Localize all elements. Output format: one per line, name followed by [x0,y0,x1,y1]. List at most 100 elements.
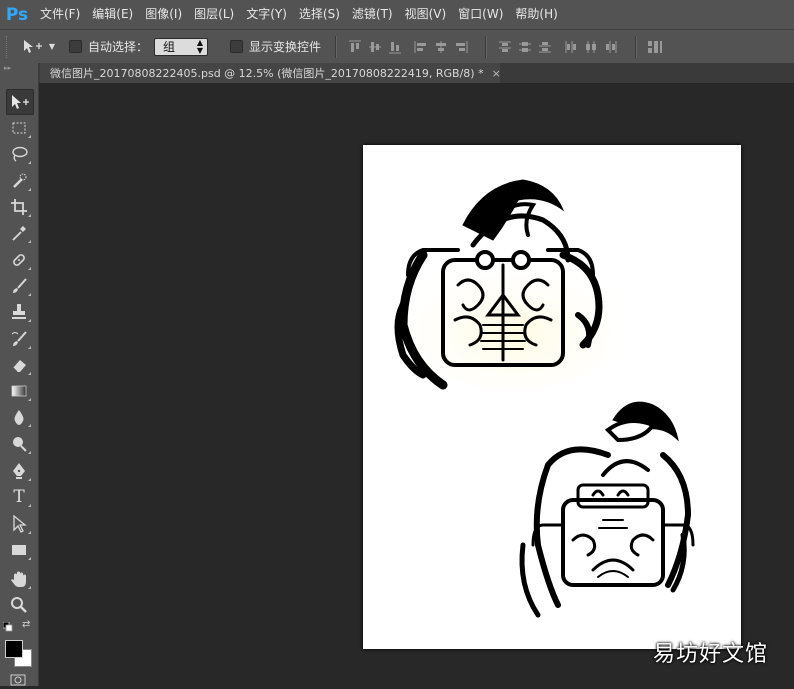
align-right-icon[interactable] [451,37,471,57]
distribute-bottom-icon[interactable] [535,37,555,57]
document-canvas[interactable] [363,145,741,649]
menu-window[interactable]: 窗口(W) [452,0,509,29]
show-transform-checkbox-box[interactable] [230,40,244,53]
auto-select-value: 组 [163,40,176,54]
auto-select-checkbox-box[interactable] [69,40,82,53]
quick-mask-icon[interactable] [10,674,26,686]
lasso-icon [12,146,28,162]
align-vertical-center-icon[interactable] [365,37,385,57]
zoom-tool-button[interactable] [6,593,32,617]
document-tab-bar: 微信图片_20170808222405.psd @ 12.5% (微信图片_20… [38,63,794,83]
tool-preset-picker[interactable]: ▼ [21,39,55,55]
canvas-area[interactable]: 易坊好文馆 [39,83,794,686]
rectangle-tool-button[interactable] [6,538,32,562]
photoshop-logo[interactable]: Ps [0,0,34,29]
divider [485,35,488,58]
crab-artwork [394,179,695,618]
crab-drawing-bottom [519,401,695,618]
auto-select-label: 自动选择： [88,40,149,54]
align-vertical-group [345,37,405,57]
options-bar: ▼ 自动选择： 组 ▲ ▼ 显示变换控件 [0,29,794,64]
menu-edit[interactable]: 编辑(E) [86,0,139,29]
close-icon[interactable]: × [492,67,501,80]
show-transform-label: 显示变换控件 [249,40,322,54]
crop-tool-button[interactable] [6,195,32,219]
blur-drop-icon [14,410,24,425]
align-horizontal-center-icon[interactable] [431,37,451,57]
path-selection-arrow-icon [13,515,27,533]
eyedropper-tool-button[interactable] [6,221,32,245]
distribute-horizontal-group [561,37,621,57]
type-icon: T [13,487,25,507]
lasso-tool-button[interactable] [6,142,32,166]
divider [335,35,338,58]
swap-colors-icon[interactable]: ⇄ [22,619,34,631]
auto-align-layers-icon[interactable] [645,37,665,57]
pen-tool-button[interactable] [6,459,32,483]
tools-panel: ▸▸ T ⇄ [0,63,39,686]
show-transform-checkbox[interactable]: 显示变换控件 [230,38,321,55]
blur-tool-button[interactable] [6,405,32,429]
watermark-text: 易坊好文馆 [652,642,768,667]
path-selection-tool-button[interactable] [6,512,32,536]
gradient-icon [11,385,27,397]
panel-collapse-icon[interactable]: ▸▸ [0,63,38,73]
menu-image[interactable]: 图像(I) [139,0,188,29]
document-tab-title: 微信图片_20170808222405.psd @ 12.5% (微信图片_20… [50,67,484,80]
menu-help[interactable]: 帮助(H) [509,0,563,29]
hand-tool-button[interactable] [6,567,32,591]
distribute-vertical-center-icon[interactable] [515,37,535,57]
main-menu: 文件(F) 编辑(E) 图像(I) 图层(L) 文字(Y) 选择(S) 滤镜(T… [34,0,564,29]
menu-select[interactable]: 选择(S) [293,0,346,29]
healing-brush-tool-button[interactable] [6,248,32,272]
auto-select-dropdown[interactable]: 组 ▲ ▼ [154,37,209,56]
eyedropper-icon [12,226,26,241]
dodge-icon [13,437,27,452]
pen-icon [13,463,25,479]
menu-type[interactable]: 文字(Y) [240,0,293,29]
rectangle-marquee-icon [12,122,26,134]
clone-stamp-tool-button[interactable] [6,300,32,324]
document-tab[interactable]: 微信图片_20170808222405.psd @ 12.5% (微信图片_20… [40,63,501,83]
crab-drawing-top [394,179,628,390]
align-bottom-icon[interactable] [385,37,405,57]
divider [635,35,638,58]
foreground-color-swatch[interactable] [5,640,23,658]
quick-selection-tool-button[interactable] [6,169,32,193]
menu-layer[interactable]: 图层(L) [188,0,240,29]
distribute-top-icon[interactable] [495,37,515,57]
history-brush-icon [11,331,27,346]
marquee-tool-button[interactable] [6,116,32,140]
dodge-tool-button[interactable] [6,432,32,456]
align-left-icon[interactable] [411,37,431,57]
dropdown-arrows-icon: ▲ ▼ [196,37,204,55]
align-top-icon[interactable] [345,37,365,57]
crop-icon [11,199,27,215]
default-colors-icon[interactable] [2,621,13,632]
chevron-down-icon: ▼ [48,42,55,51]
stamp-icon [12,304,26,319]
distribute-left-icon[interactable] [561,37,581,57]
type-tool-button[interactable]: T [6,485,32,509]
eraser-icon [12,360,26,373]
gradient-tool-button[interactable] [6,379,32,403]
hand-icon [11,571,26,587]
zoom-magnifier-icon [11,597,27,613]
history-brush-tool-button[interactable] [6,327,32,351]
auto-select-checkbox[interactable]: 自动选择： [69,38,148,55]
brush-tool-button[interactable] [6,274,32,298]
options-bar-grip[interactable] [6,35,11,58]
eraser-tool-button[interactable] [6,353,32,377]
bandage-icon [13,254,25,266]
brush-icon [13,278,27,293]
distribute-horizontal-center-icon[interactable] [581,37,601,57]
move-tool-button[interactable] [6,89,34,115]
distribute-vertical-group [495,37,555,57]
menu-file[interactable]: 文件(F) [34,0,86,29]
menu-bar: Ps 文件(F) 编辑(E) 图像(I) 图层(L) 文字(Y) 选择(S) 滤… [0,0,794,29]
menu-view[interactable]: 视图(V) [399,0,453,29]
move-icon [12,95,29,109]
quick-selection-icon [13,173,27,188]
menu-filter[interactable]: 滤镜(T) [346,0,399,29]
distribute-right-icon[interactable] [601,37,621,57]
